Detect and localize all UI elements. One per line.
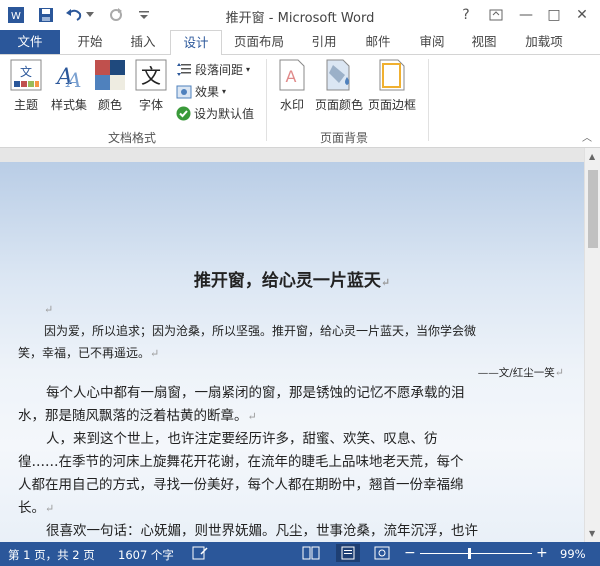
paragraph-spacing-dropdown-icon: ▾: [246, 65, 251, 74]
vertical-scrollbar[interactable]: ▲ ▼: [584, 148, 600, 542]
watermark-button[interactable]: A 水印: [274, 59, 310, 113]
doc-format-group-label: 文档格式: [108, 131, 157, 145]
web-layout-icon[interactable]: [374, 546, 392, 563]
watermark-label: 水印: [279, 98, 304, 112]
zoom-level[interactable]: 99%: [560, 547, 586, 561]
document-page[interactable]: 推开窗，给心灵一片蓝天↵ ↵ 因为爱，所以追求；因为沧桑，所以坚强。推开窗，给心…: [0, 162, 584, 542]
svg-text:A: A: [65, 68, 81, 91]
ribbon-display-options-icon[interactable]: [482, 4, 510, 26]
paragraph-line: 人都在用自己的方式，寻找一份美好，每个人都在期盼中，翘首一份幸福绵: [18, 477, 464, 493]
tab-insert[interactable]: 插入: [118, 30, 168, 54]
svg-text:文: 文: [141, 64, 161, 88]
restore-button[interactable]: □: [540, 4, 568, 26]
set-default-button[interactable]: 设为默认值: [176, 105, 254, 122]
status-bar: 第 1 页，共 2 页 1607 个字 − + 99%: [0, 542, 600, 566]
document-title: 推开窗，给心灵一片蓝天↵: [193, 271, 391, 291]
ribbon-tabs: 文件 开始 插入 设计 页面布局 引用 邮件 审阅 视图 加载项: [0, 30, 600, 56]
tab-file[interactable]: 文件: [0, 30, 60, 54]
theme-button[interactable]: 文 主题: [6, 59, 46, 113]
effects-dropdown-icon: ▾: [222, 87, 227, 96]
document-area[interactable]: 推开窗，给心灵一片蓝天↵ ↵ 因为爱，所以追求；因为沧桑，所以坚强。推开窗，给心…: [0, 148, 584, 542]
page-background-group-label: 页面背景: [320, 131, 369, 145]
effects-button[interactable]: 效果 ▾: [176, 83, 226, 100]
fonts-label: 字体: [138, 98, 163, 112]
scrollbar-thumb[interactable]: [588, 170, 598, 248]
colors-icon: [95, 60, 125, 90]
colors-button[interactable]: 颜色: [92, 59, 128, 113]
page-color-label: 页面颜色: [314, 98, 363, 112]
tab-mailings[interactable]: 邮件: [352, 30, 404, 54]
minimize-button[interactable]: —: [512, 4, 540, 26]
page-color-button[interactable]: 页面颜色: [314, 59, 364, 113]
proofing-icon[interactable]: [192, 546, 208, 563]
title-bar: W 推开窗 - Microsoft Word ? — □ ✕: [0, 0, 600, 30]
style-set-label: 样式集: [50, 98, 87, 112]
paragraph-spacing-icon: [177, 62, 191, 76]
tab-review[interactable]: 审阅: [406, 30, 458, 54]
zoom-slider-thumb[interactable]: [468, 548, 471, 559]
scroll-down-icon[interactable]: ▼: [589, 529, 595, 538]
page-border-icon: [379, 59, 405, 91]
group-separator: [428, 59, 429, 141]
tab-addins[interactable]: 加载项: [514, 30, 574, 54]
fonts-button[interactable]: 文 字体: [132, 59, 170, 113]
word-count[interactable]: 1607 个字: [118, 547, 174, 563]
svg-text:A: A: [286, 67, 297, 86]
close-button[interactable]: ✕: [568, 4, 596, 26]
tab-home[interactable]: 开始: [64, 30, 116, 54]
zoom-in-button[interactable]: +: [536, 545, 548, 561]
page-color-icon: [326, 59, 350, 91]
zoom-slider-track[interactable]: [420, 553, 532, 554]
group-separator: [266, 59, 267, 141]
zoom-out-button[interactable]: −: [404, 545, 416, 561]
page-count[interactable]: 第 1 页，共 2 页: [8, 547, 95, 563]
collapse-ribbon-icon[interactable]: ︿: [582, 129, 592, 144]
page-border-button[interactable]: 页面边框: [366, 59, 418, 113]
paragraph-mark: ↵: [44, 303, 54, 316]
paragraph-spacing-button[interactable]: 段落间距 ▾: [176, 61, 250, 78]
tab-design[interactable]: 设计: [170, 30, 222, 56]
tab-references[interactable]: 引用: [298, 30, 350, 54]
scroll-up-icon[interactable]: ▲: [589, 152, 595, 161]
style-set-icon: AA: [55, 65, 81, 92]
ribbon: 文 主题 AA 样式集 颜色 文 字体 段落间距 ▾ 效果 ▾ 设为默认值 文档…: [0, 55, 600, 148]
theme-icon: 文: [10, 59, 42, 91]
paragraph-spacing-label: 段落间距: [195, 63, 244, 77]
tab-layout[interactable]: 页面布局: [226, 30, 292, 54]
print-layout-icon[interactable]: [336, 544, 360, 562]
page-border-label: 页面边框: [367, 98, 416, 112]
intro-line: 因为爱，所以追求；因为沧桑，所以坚强。推开窗，给心灵一片蓝天，当你学会微: [44, 324, 477, 338]
watermark-icon: A: [279, 59, 305, 91]
colors-label: 颜色: [97, 98, 122, 112]
fonts-icon: 文: [135, 59, 167, 91]
byline: ——文/红尘一笑↵: [477, 366, 564, 379]
intro-line: 笑，幸福，已不再遥远。↵: [18, 346, 160, 360]
effects-label: 效果: [195, 85, 220, 99]
effects-icon: [176, 85, 192, 98]
check-icon: [176, 106, 191, 121]
tab-view[interactable]: 视图: [458, 30, 510, 54]
theme-label: 主题: [13, 98, 38, 112]
set-default-label: 设为默认值: [194, 107, 255, 121]
paragraph-line: 很喜欢一句话：心妩媚，则世界妩媚。凡尘，世事沧桑，流年沉浮，也许: [46, 523, 478, 539]
help-button[interactable]: ?: [452, 4, 480, 26]
style-set-button[interactable]: AA 样式集: [48, 59, 90, 113]
svg-text:文: 文: [20, 64, 32, 79]
window-title: 推开窗 - Microsoft Word: [225, 11, 375, 26]
read-mode-icon[interactable]: [302, 546, 320, 563]
